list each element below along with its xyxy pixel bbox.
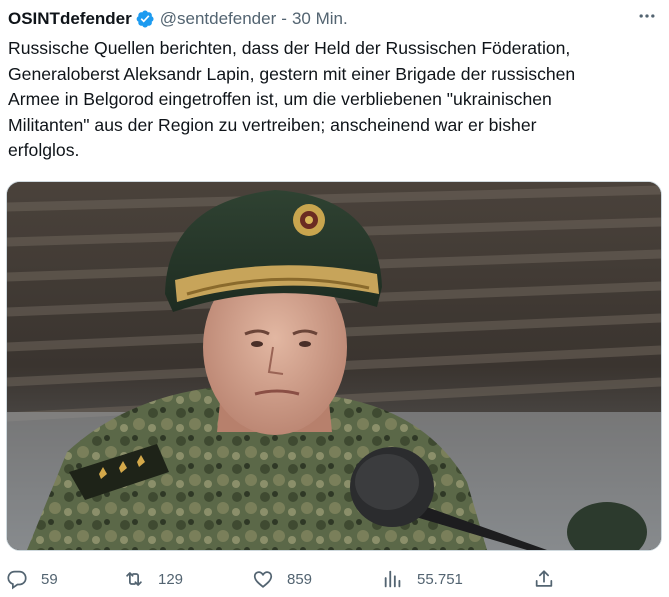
reply-button[interactable]: 59 [6,564,58,594]
header-separator: - [281,9,287,28]
reply-icon [7,570,27,590]
author-name[interactable]: OSINTdefender [8,9,132,29]
share-icon [535,570,553,587]
tweet-text-line: Russische Quellen berichten, dass der He… [8,38,571,58]
tweet-text: Russische Quellen berichten, dass der He… [8,36,663,164]
views-icon [384,570,401,588]
views-count: 55.751 [417,570,463,588]
share-button[interactable] [533,564,555,594]
more-dots-icon[interactable] [635,4,659,28]
verified-badge-icon [135,9,155,29]
tweet-photo[interactable] [6,181,662,551]
tweet-timestamp[interactable]: 30 Min. [292,9,348,29]
tweet-text-line: Militanten" aus der Region zu vertreiben… [8,114,537,135]
reply-count: 59 [41,570,58,588]
tweet-actions: 59 129 859 55.751 [0,564,669,594]
retweet-button[interactable]: 129 [123,564,183,594]
photo-of-officer-at-microphone [7,182,661,550]
tweet-text-line: Generaloberst Aleksandr Lapin, gestern m… [8,63,576,84]
tweet: OSINTdefender @sentdefender - 30 Min. Ru… [0,0,669,597]
tweet-text-line: erfolglos. [8,140,80,160]
heart-icon [253,571,273,588]
views-button[interactable]: 55.751 [382,564,463,594]
tweet-text-line: Armee in Belgorod eingetroffen ist, um d… [8,89,552,109]
author-handle[interactable]: @sentdefender [160,9,277,29]
retweet-icon [126,572,142,586]
tweet-header: OSINTdefender @sentdefender - 30 Min. [8,7,348,31]
like-button[interactable]: 859 [252,564,312,594]
retweet-count: 129 [158,570,184,588]
like-count: 859 [287,570,313,588]
